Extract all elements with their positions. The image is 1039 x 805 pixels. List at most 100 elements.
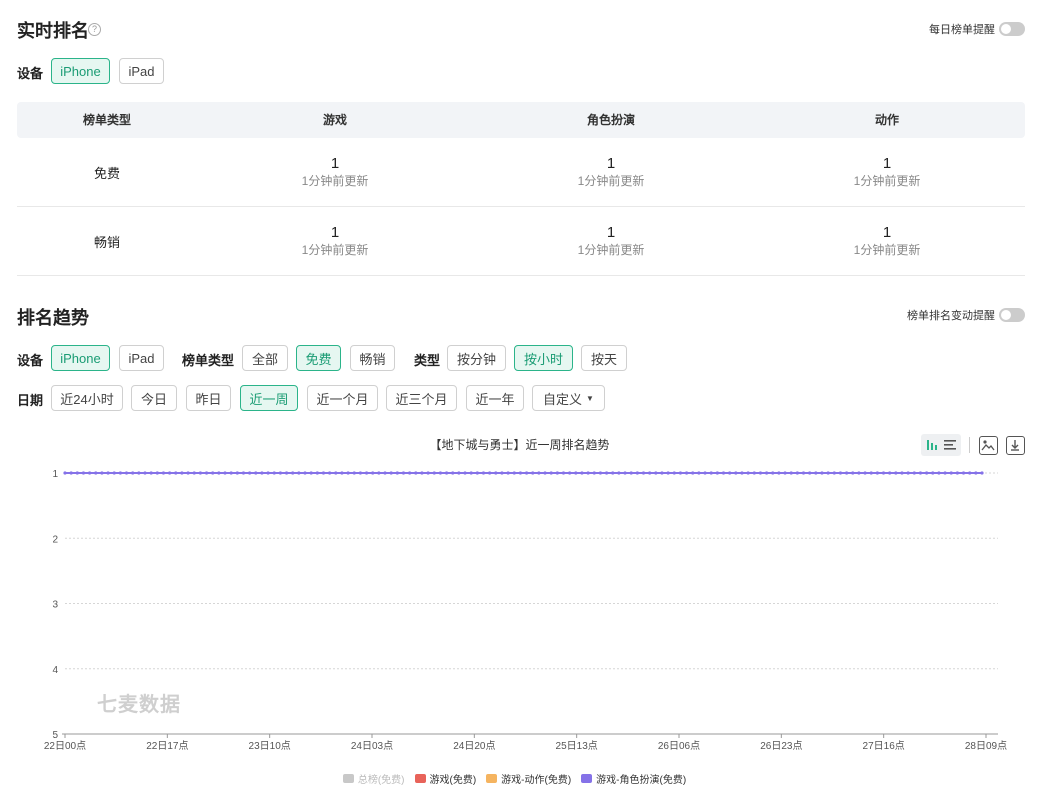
list-type-label: 榜单类型 (182, 353, 235, 368)
date-24h-button[interactable]: 近24小时 (51, 385, 123, 411)
toggle-switch[interactable] (999, 22, 1025, 36)
data-point (715, 471, 719, 475)
data-point (494, 471, 498, 475)
chart-legend: 总榜(免费) 游戏(免费) 游戏-动作(免费) 游戏-角色扮演(免费) (0, 770, 1039, 788)
data-point (918, 471, 923, 475)
x-tick-label: 22日00点 (44, 740, 86, 752)
help-icon[interactable]: ? (88, 23, 101, 36)
data-point (931, 471, 935, 475)
data-point (863, 471, 867, 475)
realtime-title: 实时排名 (17, 21, 89, 41)
type-day-button[interactable]: 按天 (581, 345, 627, 371)
date-custom-dropdown[interactable]: 自定义 ▼ (532, 385, 605, 411)
data-point (75, 471, 79, 475)
data-point (420, 471, 424, 475)
data-point (623, 471, 627, 475)
rank-change-reminder-toggle[interactable]: 榜单排名变动提醒 (907, 307, 1025, 323)
data-point (598, 471, 603, 475)
ranking-table-header: 榜单类型 游戏 角色扮演 动作 (17, 102, 1025, 138)
data-point (309, 471, 313, 475)
type-minute-button[interactable]: 按分钟 (447, 345, 506, 371)
date-yesterday-button[interactable]: 昨日 (186, 385, 231, 411)
legend-item[interactable]: 游戏(免费) (414, 771, 476, 786)
data-point (260, 471, 264, 475)
row-name-free: 免费 (93, 166, 120, 181)
update-time: 1分钟前更新 (577, 174, 645, 188)
data-point (161, 471, 166, 475)
data-point (223, 471, 227, 475)
data-point (401, 471, 406, 475)
caret-down-icon: ▼ (586, 393, 594, 403)
data-point (131, 471, 135, 475)
date-week-button[interactable]: 近一周 (240, 385, 298, 411)
data-point (857, 471, 861, 475)
table-cell: 1 1分钟前更新 (197, 224, 473, 258)
data-point (414, 471, 418, 475)
date-month-button[interactable]: 近一个月 (307, 385, 378, 411)
data-point (746, 471, 750, 475)
data-point (352, 471, 356, 475)
x-tick-label: 26日06点 (658, 740, 700, 752)
daily-reminder-toggle[interactable]: 每日榜单提醒 (929, 21, 1025, 37)
legend-item[interactable]: 总榜(免费) (342, 771, 405, 786)
data-point (604, 471, 609, 475)
list-type-free-button[interactable]: 免费 (296, 345, 341, 371)
data-point (272, 471, 276, 475)
date-3months-button[interactable]: 近三个月 (386, 385, 457, 411)
trend-device-ipad-button[interactable]: iPad (119, 345, 164, 371)
data-point (980, 471, 984, 475)
x-tick-label: 24日20点 (453, 740, 495, 752)
data-point (118, 471, 122, 475)
data-point (389, 471, 393, 475)
data-point (229, 471, 233, 475)
data-point (328, 471, 332, 475)
list-type-all-button[interactable]: 全部 (242, 345, 288, 371)
legend-item[interactable]: 游戏-动作(免费) (486, 771, 571, 786)
data-point (678, 471, 683, 475)
trend-device-iphone-button[interactable]: iPhone (51, 345, 110, 371)
watermark: 七麦数据 (97, 694, 181, 716)
date-custom-label: 自定义 (543, 391, 583, 407)
table-cell: 1 1分钟前更新 (473, 155, 749, 189)
list-type-grossing-button[interactable]: 畅销 (350, 345, 395, 371)
device-iphone-button[interactable]: iPhone (51, 58, 110, 84)
data-point (703, 471, 707, 475)
data-point (254, 471, 258, 475)
data-point (106, 471, 110, 475)
data-point (340, 471, 344, 475)
data-point (303, 471, 307, 475)
data-point (124, 471, 129, 475)
data-point (198, 471, 202, 475)
y-tick-label: 1 (52, 469, 58, 480)
data-point (395, 471, 399, 475)
toggle-switch[interactable] (999, 308, 1025, 322)
data-point (820, 471, 824, 475)
type-hour-button[interactable]: 按小时 (514, 345, 573, 371)
update-time: 1分钟前更新 (301, 174, 369, 188)
data-point (266, 471, 270, 475)
y-tick-label: 2 (52, 534, 58, 545)
data-point (69, 471, 73, 475)
device-ipad-button[interactable]: iPad (119, 58, 164, 84)
data-point (881, 471, 886, 475)
data-point (943, 471, 947, 475)
legend-item[interactable]: 游戏-角色扮演(免费) (581, 771, 686, 786)
x-tick-label: 24日03点 (351, 740, 393, 752)
data-point (580, 471, 584, 475)
update-time: 1分钟前更新 (577, 243, 645, 257)
table-cell: 1 1分钟前更新 (473, 224, 749, 258)
data-point (925, 471, 929, 475)
data-point (894, 471, 898, 475)
date-label: 日期 (17, 393, 44, 408)
data-point (543, 471, 547, 475)
data-point (506, 471, 510, 475)
data-point (364, 471, 369, 475)
data-point (137, 471, 141, 475)
data-point (697, 471, 701, 475)
date-year-button[interactable]: 近一年 (466, 385, 524, 411)
data-point (241, 471, 246, 475)
device-label: 设备 (17, 66, 44, 81)
chart-title: 【地下城与勇士】近一周排名趋势 (429, 438, 610, 452)
date-today-button[interactable]: 今日 (131, 385, 177, 411)
data-point (875, 471, 879, 475)
